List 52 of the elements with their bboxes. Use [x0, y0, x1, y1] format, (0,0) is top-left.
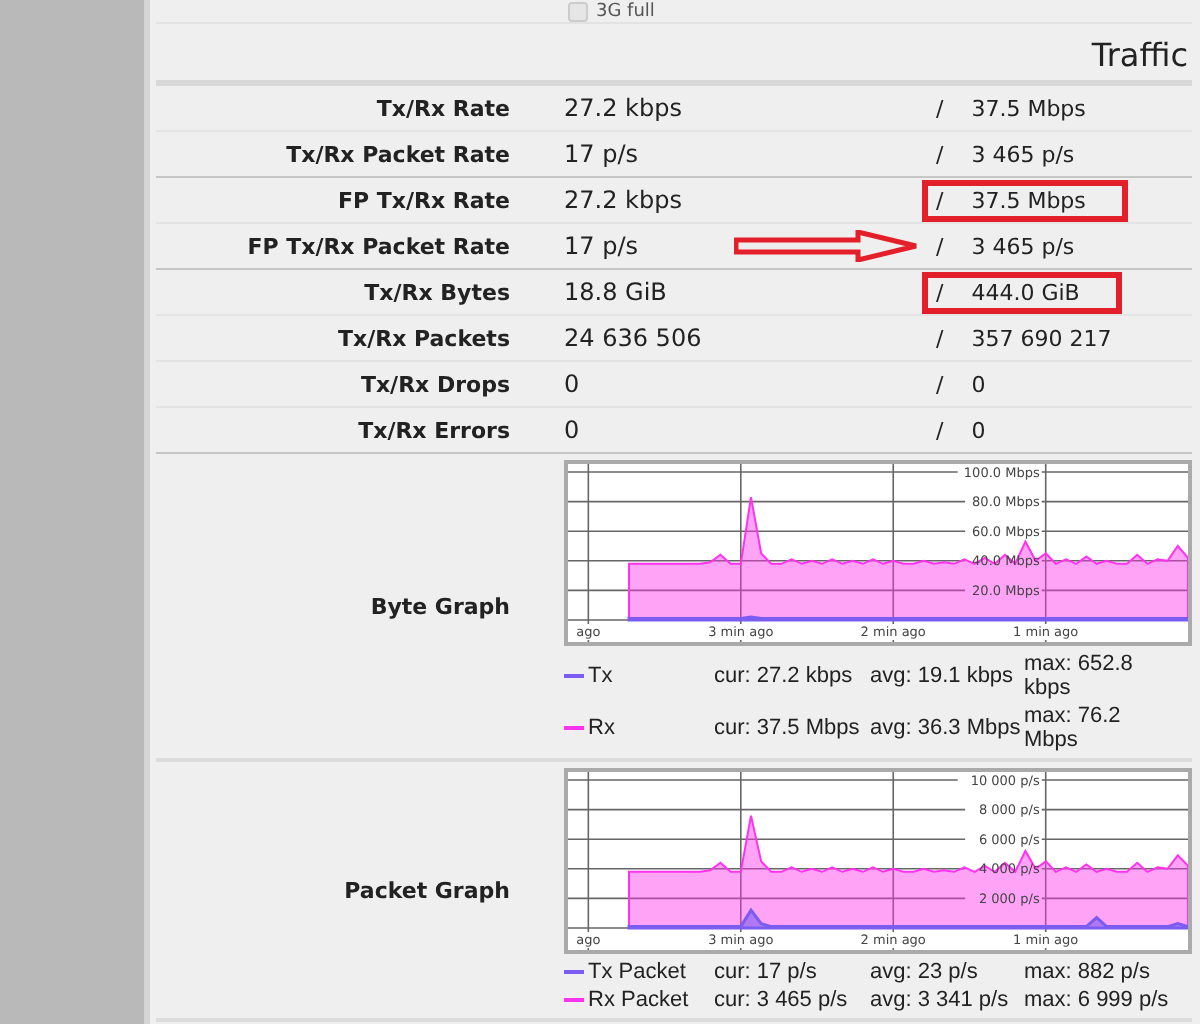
tx-value: 17 p/s — [564, 232, 638, 260]
checkbox[interactable] — [568, 1, 588, 21]
legend-cur: cur: 27.2 kbps — [714, 664, 855, 688]
separator: / — [936, 187, 944, 213]
legend-cur: cur: 37.5 Mbps — [714, 716, 862, 740]
legend-max: max: 6 999 p/s — [1024, 988, 1171, 1012]
separator: / — [936, 141, 944, 167]
legend-avg: avg: 23 p/s — [870, 960, 980, 984]
rx-value: 3 465 p/s — [971, 233, 1075, 259]
legend-avg: avg: 19.1 kbps — [870, 664, 1016, 688]
legend-avg: avg: 3 341 p/s — [870, 988, 1011, 1012]
section-title: Traffic — [156, 24, 1192, 86]
field-label: Tx/Rx Packets — [335, 325, 510, 351]
separator: / — [936, 371, 944, 397]
tx-value: 17 p/s — [564, 140, 638, 168]
legend-cur: cur: 3 465 p/s — [714, 988, 850, 1012]
rx-value: 357 690 217 — [971, 325, 1112, 351]
field-label: Tx/Rx Packet Rate — [284, 141, 510, 167]
tx-value: 0 — [564, 370, 580, 398]
tx-value: 0 — [564, 416, 580, 444]
rx-value: 37.5 Mbps — [971, 95, 1086, 121]
graph-label: Byte Graph — [368, 593, 510, 619]
legend-name: Rx — [588, 716, 615, 740]
rx-value: 444.0 GiB — [971, 279, 1080, 305]
legend-max: max: 76.2 Mbps — [1024, 704, 1123, 752]
legend-cur: cur: 17 p/s — [714, 960, 819, 984]
field-label: FP Tx/Rx Packet Rate — [245, 233, 510, 259]
checkbox-label: 3G full — [596, 1, 655, 21]
legend-avg: avg: 36.3 Mbps — [870, 716, 1023, 740]
field-label: Tx/Rx Errors — [356, 417, 510, 443]
separator: / — [936, 95, 944, 121]
tx-value: 27.2 kbps — [564, 186, 682, 214]
field-label: FP Tx/Rx Rate — [335, 187, 510, 213]
graph-label: Packet Graph — [342, 877, 510, 903]
tx-value: 24 636 506 — [564, 324, 702, 352]
separator: / — [936, 417, 944, 443]
legend-name: Rx Packet — [588, 988, 689, 1012]
legend-name: Tx Packet — [588, 960, 686, 984]
separator: / — [936, 233, 944, 259]
field-label: Tx/Rx Bytes — [362, 279, 510, 305]
field-label: Tx/Rx Rate — [374, 95, 510, 121]
separator: / — [936, 325, 944, 351]
rx-value: 37.5 Mbps — [971, 187, 1086, 213]
field-label: Tx/Rx Drops — [358, 371, 510, 397]
separator: / — [936, 279, 944, 305]
rx-value: 0 — [971, 417, 986, 443]
legend-max: max: 882 p/s — [1024, 960, 1152, 984]
tx-value: 27.2 kbps — [564, 94, 682, 122]
legend-name: Tx — [588, 664, 613, 688]
tx-value: 18.8 GiB — [564, 278, 667, 306]
rx-value: 0 — [971, 371, 986, 397]
rx-value: 3 465 p/s — [971, 141, 1075, 167]
